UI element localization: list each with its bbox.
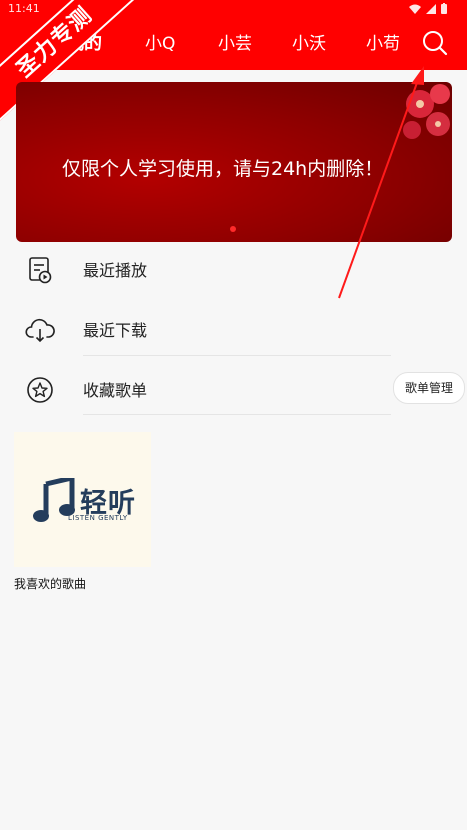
status-time: 11:41 <box>8 2 40 15</box>
banner-page-indicator <box>230 226 236 232</box>
recent-play-icon <box>29 257 52 284</box>
playlist-cover[interactable]: 轻听 LISTEN GENTLY <box>14 432 151 567</box>
tab-xiaowo[interactable]: 小沃 <box>292 32 326 56</box>
tab-xiaoq[interactable]: 小Q <box>145 32 175 56</box>
divider <box>83 414 391 415</box>
menu-item-recent-play[interactable]: 最近播放 <box>0 240 467 298</box>
banner[interactable]: 仅限个人学习使用，请与24h内删除！ <box>16 82 452 242</box>
manage-playlists-button[interactable]: 歌单管理 <box>393 372 465 404</box>
battery-icon <box>441 3 447 14</box>
star-icon <box>27 377 53 403</box>
menu-item-recent-download[interactable]: 最近下载 <box>0 300 467 358</box>
search-button[interactable] <box>420 28 450 58</box>
menu-label-favorite-playlists: 收藏歌单 <box>83 381 148 400</box>
cover-subtitle: LISTEN GENTLY <box>68 514 128 522</box>
divider <box>83 355 391 356</box>
status-icons <box>409 3 447 14</box>
cloud-download-icon <box>25 318 55 343</box>
tab-xiaoyun[interactable]: 小芸 <box>218 32 252 56</box>
playlist-name[interactable]: 我喜欢的歌曲 <box>14 575 86 592</box>
signal-icon <box>426 3 436 14</box>
menu-label-recent-download: 最近下载 <box>83 321 148 340</box>
flower-decoration-icon <box>403 84 450 139</box>
menu-label-recent-play: 最近播放 <box>83 261 148 280</box>
tab-xiaogou[interactable]: 小苟 <box>366 32 400 56</box>
banner-text: 仅限个人学习使用，请与24h内删除！ <box>62 158 384 180</box>
wifi-icon <box>409 4 421 14</box>
search-icon <box>423 31 448 56</box>
